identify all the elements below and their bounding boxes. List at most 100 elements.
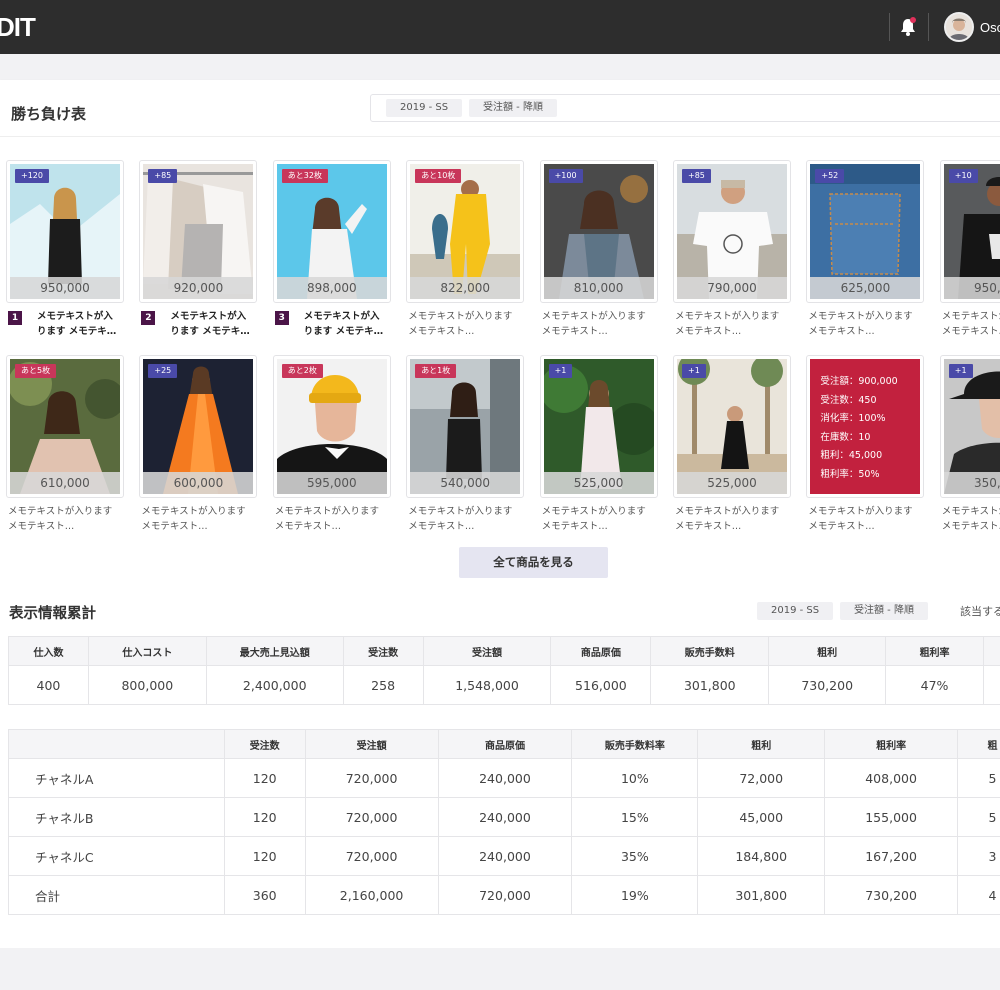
- column-header: 最大売上見込額: [205, 636, 344, 666]
- main-panel: 勝ち負け表 2019 - SS 受注額 - 降順 +120 950,000 1 メモテ…: [0, 80, 1000, 948]
- season-filter-chip[interactable]: 2019 - SS: [757, 602, 834, 620]
- memo-line: メモテキストが入: [170, 311, 247, 322]
- product-card[interactable]: +25 600,000: [139, 355, 258, 498]
- product-image: +85 920,000: [143, 164, 254, 299]
- user-avatar[interactable]: [944, 12, 974, 42]
- column-header: 商品原価: [550, 636, 652, 666]
- memo-line: メモテキストが入ります: [675, 311, 780, 322]
- product-memo: メモテキストが入りますメモテキスト…: [408, 309, 526, 341]
- stat-line: 受注額：900,000: [820, 376, 898, 387]
- product-card[interactable]: +85 920,000: [139, 160, 258, 303]
- product-price: 525,000: [543, 472, 654, 494]
- table-cell: 720,000: [304, 836, 439, 876]
- filter-box[interactable]: 2019 - SS 受注額 - 降順: [370, 94, 1000, 122]
- product-card[interactable]: 受注額：900,000 受注数：450 消化率：100% 在庫数：10 粗利：45,00…: [806, 355, 925, 498]
- stock-badge: あと10枚: [415, 169, 462, 183]
- memo-line: メモテキスト…: [141, 521, 208, 532]
- stock-badge: あと5枚: [15, 364, 57, 378]
- memo-line: メモテキスト…: [675, 326, 742, 337]
- table-row: 合計 360 2,160,000 720,000 19% 301,800 730,200 4: [8, 875, 1000, 915]
- top-bar: DIT Oscar: [0, 0, 1000, 54]
- memo-line: メモテキストが入ります: [8, 506, 113, 517]
- divider: [0, 136, 1000, 137]
- product-card[interactable]: +1 525,000: [539, 355, 658, 498]
- user-name[interactable]: Oscar: [980, 20, 1000, 35]
- memo-line: ります メモテキ…: [303, 326, 384, 337]
- product-price: 950,000: [10, 277, 120, 299]
- product-card[interactable]: +85 790,000: [673, 160, 791, 303]
- product-card[interactable]: あと32枚 898,000: [272, 160, 391, 303]
- memo-line: ります メモテキ…: [170, 326, 250, 337]
- stat-line: 粗利率：50%: [820, 468, 880, 480]
- product-price: 790,000: [677, 277, 787, 299]
- table-cell: [983, 665, 1000, 705]
- table-cell: 3: [957, 836, 1000, 876]
- table-cell: 240,000: [437, 797, 573, 837]
- memo-line: メモテキストが入ります: [808, 311, 913, 322]
- memo-line: メモテキスト…: [808, 521, 875, 532]
- sort-filter-chip[interactable]: 受注額 - 降順: [469, 99, 557, 117]
- product-card[interactable]: +1 350,000: [939, 355, 1000, 498]
- product-card[interactable]: あと2枚 595,000: [272, 355, 391, 498]
- product-card[interactable]: あと1枚 540,000: [406, 355, 525, 498]
- table-cell: 516,000: [550, 665, 652, 705]
- product-card[interactable]: あと5枚 610,000: [6, 355, 124, 498]
- view-all-products-button[interactable]: 全て商品を見る: [459, 547, 608, 578]
- product-card[interactable]: +52 625,000: [806, 160, 925, 303]
- product-memo: メモテキストが入りますメモテキスト…: [141, 504, 259, 536]
- summary-table: 仕入数 仕入コスト 最大売上見込額 受注数 受注額 商品原価 販売手数料 粗利 粗利率 400 8…: [8, 636, 1000, 705]
- product-image: あと32枚 898,000: [276, 164, 387, 299]
- channel-name: チャネルA: [8, 758, 225, 798]
- product-card[interactable]: あと10枚 822,000: [406, 160, 525, 303]
- table-cell: 720,000: [304, 797, 439, 837]
- stock-badge: あと1枚: [415, 364, 457, 378]
- product-price: 810,000: [543, 277, 654, 299]
- column-header: 受注数: [342, 636, 424, 666]
- product-card[interactable]: +120 950,000: [6, 160, 124, 303]
- memo-line: メモテキスト…: [8, 521, 75, 532]
- memo-line: メモテキストが入ります: [541, 311, 646, 322]
- rank-badge: 2: [141, 311, 156, 325]
- app-logo[interactable]: DIT: [0, 12, 36, 43]
- stock-badge: +120: [15, 169, 49, 183]
- memo-line: メモテキスト…: [408, 326, 475, 337]
- memo-line: メモテキスト…: [941, 326, 1000, 337]
- product-price: 625,000: [810, 277, 921, 299]
- product-image: +52 625,000: [810, 164, 921, 299]
- memo-line: ります メモテキ…: [37, 326, 117, 337]
- product-memo: メモテキストが入りますメモテキスト…: [942, 504, 1000, 536]
- product-image: +1 525,000: [543, 359, 654, 494]
- product-image: +85 790,000: [677, 164, 787, 299]
- column-header: 受注額: [304, 729, 439, 759]
- stock-badge: +1: [548, 364, 573, 378]
- table-cell: 800,000: [87, 665, 207, 705]
- product-price: 350,000: [943, 472, 1000, 494]
- memo-line: メモテキスト…: [274, 521, 342, 532]
- column-header: 受注額: [422, 636, 552, 666]
- column-header: 受注数: [223, 729, 306, 759]
- season-filter-chip[interactable]: 2019 - SS: [386, 99, 463, 117]
- product-card[interactable]: +10 950,000: [939, 160, 1000, 303]
- stat-line: 受注数：450: [820, 394, 877, 406]
- product-image: あと10枚 822,000: [410, 164, 521, 299]
- table-cell: 120: [223, 758, 306, 798]
- memo-line: メモテキストが入ります: [408, 311, 513, 322]
- sort-filter-chip[interactable]: 受注額 - 降順: [840, 602, 928, 620]
- table-cell: 10%: [571, 758, 699, 798]
- matching-link[interactable]: 該当する: [960, 603, 1000, 619]
- table-cell: 155,000: [824, 797, 959, 837]
- table-cell: 730,200: [768, 665, 887, 705]
- memo-line: メモテキスト…: [941, 521, 1000, 532]
- product-card[interactable]: +100 810,000: [539, 160, 658, 303]
- product-image: +120 950,000: [10, 164, 120, 299]
- product-memo: メモテキストが入りますメモテキスト…: [542, 309, 660, 341]
- product-card[interactable]: +1 525,000: [673, 355, 791, 498]
- notification-bell-icon[interactable]: [898, 17, 918, 37]
- column-header: 商品原価: [437, 729, 573, 759]
- stock-badge: +52: [815, 169, 845, 183]
- product-memo: メモテキストが入りますメモテキスト…: [942, 309, 1000, 341]
- channel-name: 合計: [8, 875, 225, 915]
- memo-line: メモテキストが入ります: [675, 506, 780, 517]
- memo-line: メモテキストが入ります: [274, 506, 380, 517]
- stock-badge: +100: [548, 169, 583, 183]
